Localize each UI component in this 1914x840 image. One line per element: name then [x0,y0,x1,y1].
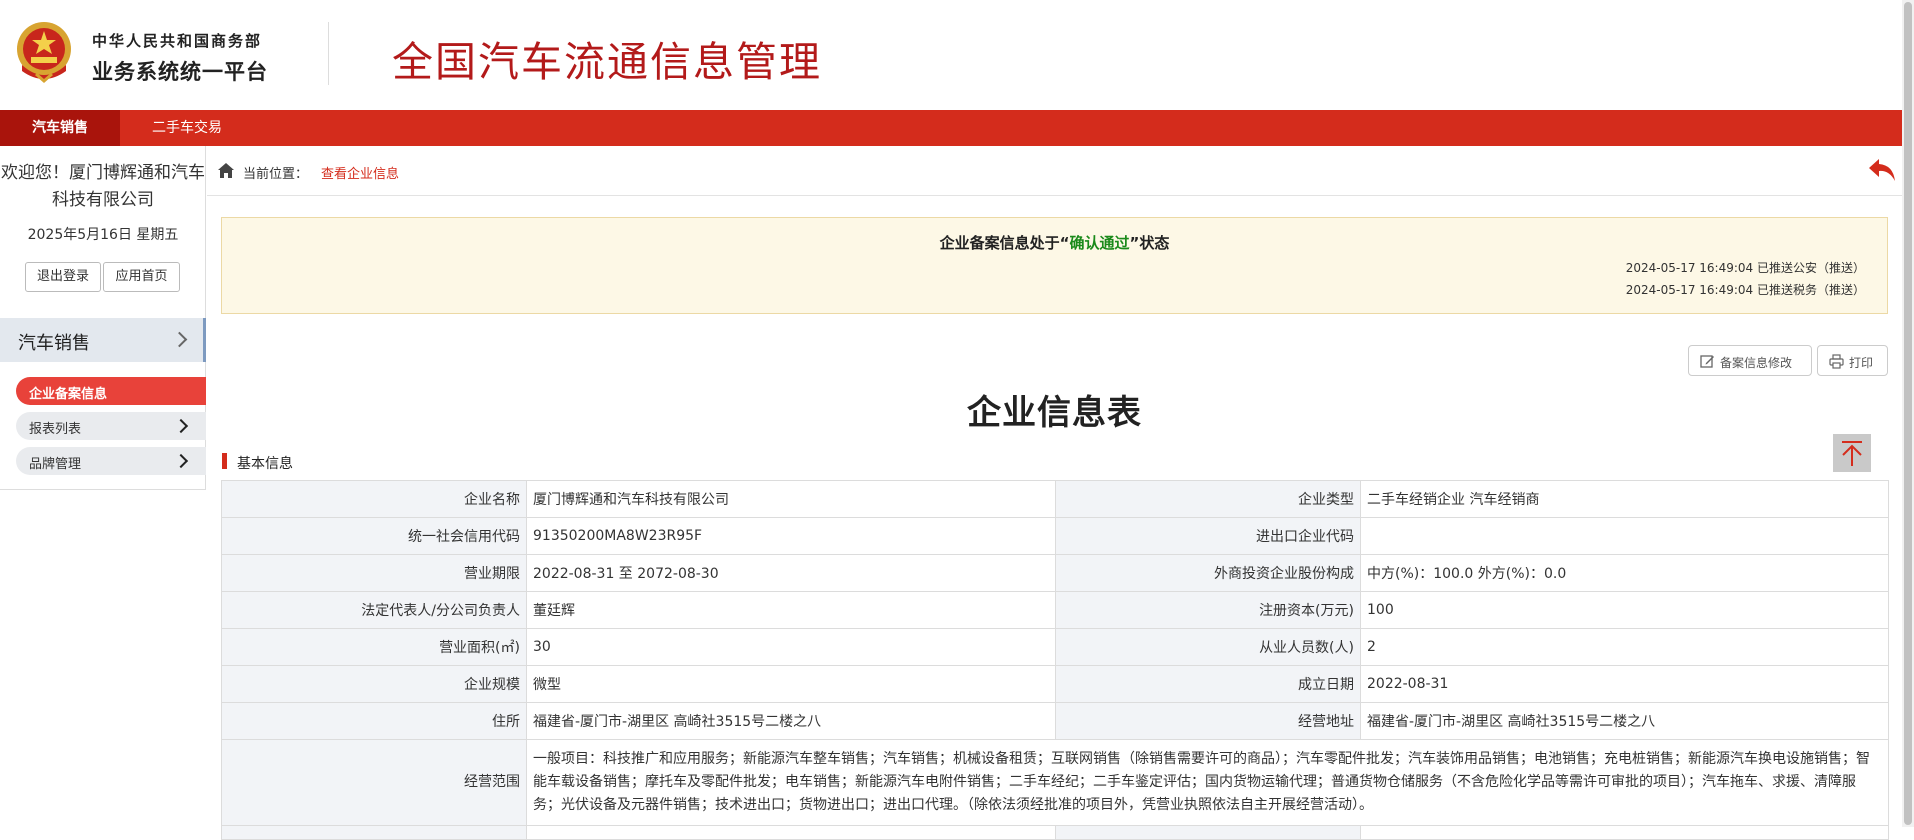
sidebar-item-label: 企业备案信息 [29,387,108,402]
app-home-button[interactable]: 应用首页 [103,262,180,292]
breadcrumb: 当前位置： 查看企业信息 [207,146,1902,196]
back-arrow-icon[interactable] [1867,156,1897,184]
push-log-entry: 2024-05-17 16:49:04 已推送公安（推送） [1625,261,1865,275]
table-row: 住所 福建省-厦门市-湖里区 高崎社3515号二楼之八 经营地址 福建省-厦门市… [221,702,1889,740]
menu-group-label: 汽车销售 [18,333,90,354]
page-scrollbar[interactable] [1902,0,1914,827]
logout-button[interactable]: 退出登录 [25,262,101,292]
site-title: 全国汽车流通信息管理 [392,38,822,86]
printer-icon [1829,354,1844,369]
status-state: 确认通过 [1069,234,1130,252]
chevron-right-icon [173,453,189,469]
field-value-foreign-share: 中方(%)：100.0 外方(%)：0.0 [1360,554,1889,592]
field-label: 进出口企业代码 [1055,517,1361,555]
sidebar-item-enterprise-filing[interactable]: 企业备案信息 [16,377,206,405]
nav-tab-used-car-trade[interactable]: 二手车交易 [122,110,252,146]
field-value-area: 30 [526,628,1056,666]
field-value-credit-code: 91350200MA8W23R95F [526,517,1056,555]
field-label: 企业类型 [1055,480,1361,518]
status-prefix: 企业备案信息处于“ [939,234,1070,252]
current-date: 2025年5月16日 星期五 [27,227,179,243]
field-value-staff: 2 [1360,628,1889,666]
table-title: 企业信息表 [967,393,1142,433]
field-label: 统一社会信用代码 [221,517,527,555]
sidebar-item-label: 品牌管理 [29,457,82,472]
table-row: 营业面积(㎡) 30 从业人员数(人) 2 [221,628,1889,666]
field-value-term: 2022-08-31 至 2072-08-30 [526,554,1056,592]
nav-tab-car-sales[interactable]: 汽车销售 [0,110,120,146]
breadcrumb-label: 当前位置： [243,167,309,182]
push-log-entry: 2024-05-17 16:49:04 已推送税务（推送） [1625,283,1865,297]
field-value-address: 福建省-厦门市-湖里区 高崎社3515号二楼之八 [526,702,1056,740]
print-label: 打印 [1849,356,1874,370]
field-label [221,825,527,840]
field-value-founded: 2022-08-31 [1360,665,1889,703]
welcome-text: 欢迎您！厦门博辉通和汽车科技有限公司 [1,163,205,210]
print-button[interactable]: 打印 [1817,345,1888,376]
home-icon [218,163,234,178]
table-row: 统一社会信用代码 91350200MA8W23R95F 进出口企业代码 [221,517,1889,555]
edit-icon [1700,355,1714,368]
chevron-right-icon [171,331,188,348]
field-value [526,825,1056,840]
section-marker [222,453,227,469]
field-label: 外商投资企业股份构成 [1055,554,1361,592]
status-suffix: ”状态 [1129,234,1170,252]
edit-filing-button[interactable]: 备案信息修改 [1688,345,1812,376]
sidebar-item-brand-management[interactable]: 品牌管理 [16,447,206,475]
field-label: 住所 [221,702,527,740]
page-header: 中华人民共和国商务部 业务系统统一平台 全国汽车流通信息管理 [0,0,1902,110]
field-value-scale: 微型 [526,665,1056,703]
sidebar: 欢迎您！厦门博辉通和汽车科技有限公司 2025年5月16日 星期五 退出登录 应… [0,146,206,490]
field-value-import-code [1360,517,1889,555]
sidebar-item-label: 报表列表 [29,422,82,437]
field-label: 企业规模 [221,665,527,703]
field-label: 经营范围 [221,739,527,826]
filing-status-banner: 企业备案信息处于“确认通过”状态 2024-05-17 16:49:04 已推送… [221,217,1888,314]
top-nav: 汽车销售 二手车交易 [0,110,1902,146]
table-row: 营业期限 2022-08-31 至 2072-08-30 外商投资企业股份构成 … [221,554,1889,592]
field-label [1055,825,1361,840]
sidebar-item-report-list[interactable]: 报表列表 [16,412,206,440]
back-to-top-icon[interactable] [1833,434,1871,472]
scrollbar-thumb[interactable] [1904,2,1912,825]
field-value-company-type: 二手车经销企业 汽车经销商 [1360,480,1889,518]
section-title-basic-info: 基本信息 [237,456,293,472]
table-row: 企业名称 厦门博辉通和汽车科技有限公司 企业类型 二手车经销企业 汽车经销商 [221,480,1889,518]
field-value-biz-address: 福建省-厦门市-湖里区 高崎社3515号二楼之八 [1360,702,1889,740]
field-value-legal-rep: 董廷辉 [526,591,1056,629]
filing-status-text: 企业备案信息处于“确认通过”状态 [222,232,1887,253]
field-value-business-scope: 一般项目：科技推广和应用服务；新能源汽车整车销售；汽车销售；机械设备租赁；互联网… [526,739,1889,826]
table-row [221,825,1889,840]
field-label: 企业名称 [221,480,527,518]
table-row: 企业规模 微型 成立日期 2022-08-31 [221,665,1889,703]
field-label: 营业期限 [221,554,527,592]
field-label: 成立日期 [1055,665,1361,703]
org-name-line1: 中华人民共和国商务部 [92,32,263,50]
breadcrumb-current[interactable]: 查看企业信息 [321,163,399,182]
edit-filing-label: 备案信息修改 [1720,356,1793,370]
field-value [1360,825,1889,840]
table-row: 经营范围 一般项目：科技推广和应用服务；新能源汽车整车销售；汽车销售；机械设备租… [221,739,1889,826]
table-row: 法定代表人/分公司负责人 董廷辉 注册资本(万元) 100 [221,591,1889,629]
national-emblem-icon [17,22,71,83]
header-divider [328,22,329,85]
field-label: 营业面积(㎡) [221,628,527,666]
enterprise-info-table: 企业名称 厦门博辉通和汽车科技有限公司 企业类型 二手车经销企业 汽车经销商 统… [221,480,1889,840]
chevron-right-icon [173,418,189,434]
org-name-line2: 业务系统统一平台 [92,60,268,84]
field-label: 法定代表人/分公司负责人 [221,591,527,629]
field-label: 从业人员数(人) [1055,628,1361,666]
field-value-capital: 100 [1360,591,1889,629]
field-label: 注册资本(万元) [1055,591,1361,629]
field-value-company-name: 厦门博辉通和汽车科技有限公司 [526,480,1056,518]
field-label: 经营地址 [1055,702,1361,740]
menu-group-car-sales[interactable]: 汽车销售 [0,318,206,362]
